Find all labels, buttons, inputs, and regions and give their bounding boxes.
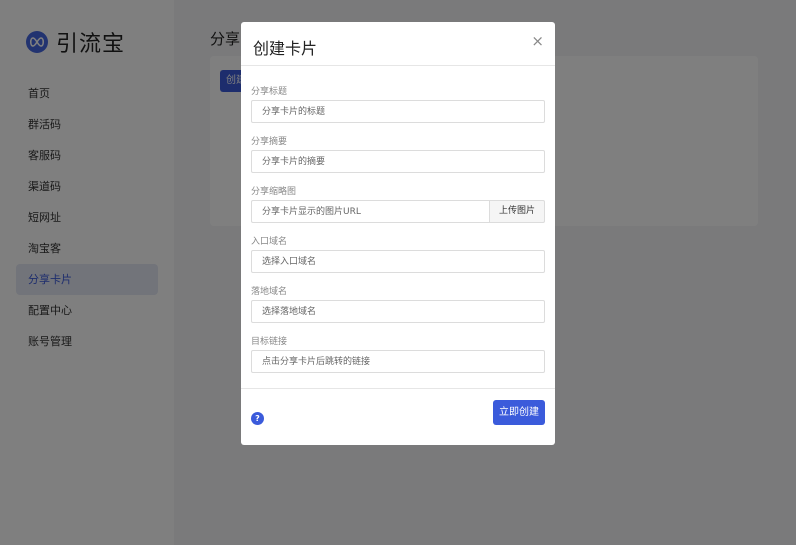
share-title-label: 分享标题: [251, 87, 288, 97]
close-icon[interactable]: ×: [531, 33, 544, 49]
share-thumbnail-input[interactable]: [251, 200, 489, 223]
entry-domain-field: 入口域名: [251, 236, 545, 273]
modal-title: 创建卡片: [253, 39, 318, 58]
landing-domain-label: 落地域名: [251, 287, 288, 297]
modal-body: 分享标题 分享摘要 分享缩略图 上传图片 入口域名 落地域名 目标链接: [241, 66, 555, 373]
modal-header: 创建卡片 ×: [241, 22, 555, 66]
share-title-input[interactable]: [251, 100, 545, 123]
share-summary-field: 分享摘要: [251, 136, 545, 173]
share-thumbnail-field: 分享缩略图 上传图片: [251, 186, 545, 223]
help-icon[interactable]: ?: [251, 412, 264, 425]
landing-domain-select[interactable]: [251, 300, 545, 323]
entry-domain-label: 入口域名: [251, 237, 288, 247]
modal-footer: ? 立即创建: [241, 388, 555, 445]
share-summary-label: 分享摘要: [251, 137, 288, 147]
share-summary-input[interactable]: [251, 150, 545, 173]
share-thumbnail-label: 分享缩略图: [251, 187, 297, 197]
upload-image-button[interactable]: 上传图片: [489, 200, 545, 223]
target-link-input[interactable]: [251, 350, 545, 373]
landing-domain-field: 落地域名: [251, 286, 545, 323]
target-link-label: 目标链接: [251, 337, 288, 347]
create-now-button[interactable]: 立即创建: [493, 400, 545, 425]
thumbnail-input-group: 上传图片: [251, 200, 545, 223]
entry-domain-select[interactable]: [251, 250, 545, 273]
share-title-field: 分享标题: [251, 86, 545, 123]
create-card-modal: 创建卡片 × 分享标题 分享摘要 分享缩略图 上传图片 入口域名 落地域名 目标: [241, 22, 555, 445]
target-link-field: 目标链接: [251, 336, 545, 373]
